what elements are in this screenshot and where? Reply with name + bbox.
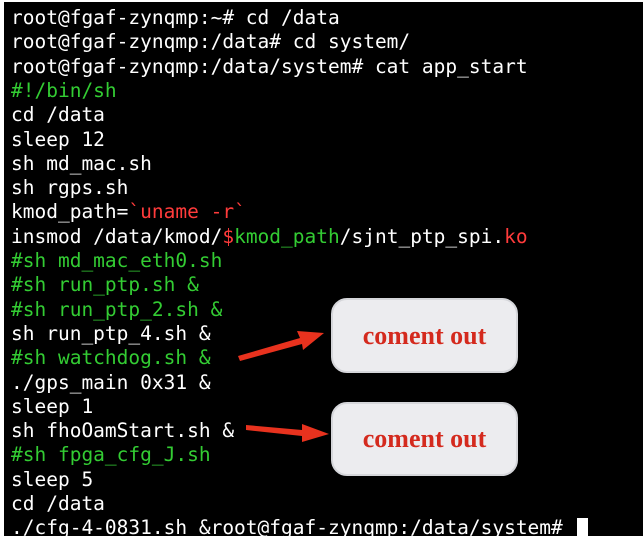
terminal-text-segment: /sjnt_ptp_spi. [339, 224, 505, 248]
terminal-text-segment: sleep 5 [11, 467, 94, 491]
terminal-line: ./cfg-4-0831.sh &root@fgaf-zynqmp:/data/… [11, 516, 588, 536]
terminal-text-segment: sh md_mac.sh [11, 151, 152, 175]
terminal-text-segment: cd /data [11, 103, 105, 127]
terminal-text-segment: root@fgaf-zynqmp:/data/system# cat app_s… [11, 54, 528, 78]
terminal-line: #!/bin/sh [11, 79, 117, 103]
terminal-text-segment: cd /data [11, 492, 105, 515]
terminal-line: insmod /data/kmod/$kmod_path/sjnt_ptp_sp… [11, 225, 528, 249]
terminal-line: sleep 5 [11, 468, 93, 492]
terminal-line: sleep 1 [11, 395, 93, 419]
terminal-text-segment: sh run_ptp_4.sh & [11, 321, 211, 345]
terminal-line: ./gps_main 0x31 & [11, 371, 211, 395]
terminal-text-segment: ./gps_main 0x31 & [11, 370, 211, 394]
terminal-line: root@fgaf-zynqmp:/data# cd system/ [11, 30, 410, 54]
terminal-text-segment: #sh md_mac_eth0.sh [11, 249, 223, 272]
terminal-text-segment: root@fgaf-zynqmp:/data# cd system/ [11, 30, 411, 54]
terminal-text-segment: sleep 12 [11, 127, 105, 151]
terminal-line: cd /data [11, 492, 105, 516]
terminal-line: #sh md_mac_eth0.sh [11, 249, 222, 273]
terminal-text-segment: insmod /data/kmod/ [11, 224, 223, 248]
terminal-text-segment: ./cfg-4-0831.sh &root@fgaf-zynqmp:/data/… [11, 516, 575, 536]
callout-label: coment out [362, 320, 487, 350]
terminal-line: sh md_mac.sh [11, 152, 152, 176]
terminal-line: root@fgaf-zynqmp:/data/system# cat app_s… [11, 55, 528, 79]
terminal-line: #sh run_ptp.sh & [11, 273, 199, 297]
terminal-line: sh run_ptp_4.sh & [11, 322, 211, 346]
terminal-text-segment: ko [504, 224, 528, 248]
terminal-line: root@fgaf-zynqmp:~# cd /data [11, 6, 340, 30]
terminal-text-segment: #!/bin/sh [11, 78, 117, 102]
terminal-text-segment: #sh run_ptp_2.sh & [11, 297, 223, 321]
terminal-text-segment: #sh watchdog.sh & [11, 346, 211, 370]
terminal-line: kmod_path=`uname -r` [11, 200, 246, 224]
terminal-line: cd /data [11, 103, 105, 127]
terminal-text-segment: $ [222, 224, 235, 248]
terminal-text-segment: sh fhoOamStart.sh & [11, 419, 235, 443]
terminal-line: sleep 12 [11, 128, 105, 152]
terminal-line: sh fhoOamStart.sh & [11, 419, 234, 443]
terminal-text-segment: #sh run_ptp.sh & [11, 273, 199, 297]
terminal-text-segment: kmod_path= [11, 200, 129, 224]
terminal-line: #sh run_ptp_2.sh & [11, 298, 222, 322]
terminal-text-segment: kmod_path [234, 224, 340, 248]
terminal-text-segment: `uname -r` [128, 200, 246, 224]
terminal-text-segment: #sh fpga_cfg_J.sh [11, 443, 211, 467]
terminal-cursor [576, 518, 588, 536]
terminal-text-segment: sleep 1 [11, 394, 94, 418]
terminal-text-segment: root@fgaf-zynqmp:~# cd /data [11, 6, 340, 29]
callout-comment-out-1: coment out [331, 298, 518, 373]
terminal-window[interactable]: root@fgaf-zynqmp:~# cd /data root@fgaf-zy… [4, 2, 643, 536]
terminal-line: #sh watchdog.sh & [11, 346, 211, 370]
terminal-text-segment: sh rgps.sh [11, 176, 129, 200]
callout-comment-out-2: coment out [331, 402, 518, 476]
terminal-line: sh rgps.sh [11, 176, 128, 200]
terminal-line: #sh fpga_cfg_J.sh [11, 443, 211, 467]
callout-label: coment out [362, 424, 487, 453]
